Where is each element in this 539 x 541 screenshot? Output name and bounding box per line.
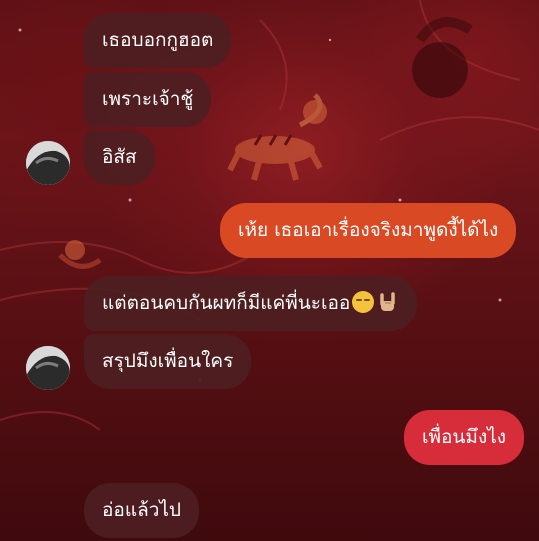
message-text: เพื่อนมึงไง: [422, 426, 507, 448]
contact-avatar[interactable]: [26, 346, 70, 390]
outgoing-message-bubble[interactable]: เห้ย เธอเอาเรื่องจริงมาพูดงี้ได้ไง: [220, 203, 517, 258]
incoming-message-bubble[interactable]: สรุปมึงเพื่อนใคร: [84, 334, 252, 389]
incoming-message-bubble[interactable]: แต่ตอนคบกันผทก็มีแค่พี่นะเออ: [84, 276, 418, 331]
message-text: อ่อแล้วไป: [102, 499, 181, 521]
incoming-message-bubble[interactable]: อิสัส: [84, 130, 155, 185]
incoming-message-bubble[interactable]: เพราะเจ้าชู้: [84, 72, 212, 127]
pensive-face-emoji: [352, 291, 375, 313]
sign-of-horns-emoji: [380, 292, 396, 311]
message-text: เพราะเจ้าชู้: [102, 88, 194, 110]
contact-avatar[interactable]: [26, 141, 70, 185]
incoming-message-bubble[interactable]: เธอบอกกูฮอต: [84, 13, 232, 68]
message-text: เธอบอกกูฮอต: [102, 29, 214, 51]
avatar-photo-icon: [26, 346, 70, 390]
avatar-photo-icon: [26, 141, 70, 185]
outgoing-message-bubble[interactable]: เพื่อนมึงไง: [404, 410, 525, 465]
incoming-message-bubble[interactable]: อ่อแล้วไป: [84, 483, 199, 538]
message-text: เห้ย เธอเอาเรื่องจริงมาพูดงี้ได้ไง: [238, 219, 499, 241]
message-text: อิสัส: [102, 146, 137, 168]
message-text: สรุปมึงเพื่อนใคร: [102, 350, 234, 372]
message-text: แต่ตอนคบกันผทก็มีแค่พี่นะเออ: [102, 292, 351, 314]
